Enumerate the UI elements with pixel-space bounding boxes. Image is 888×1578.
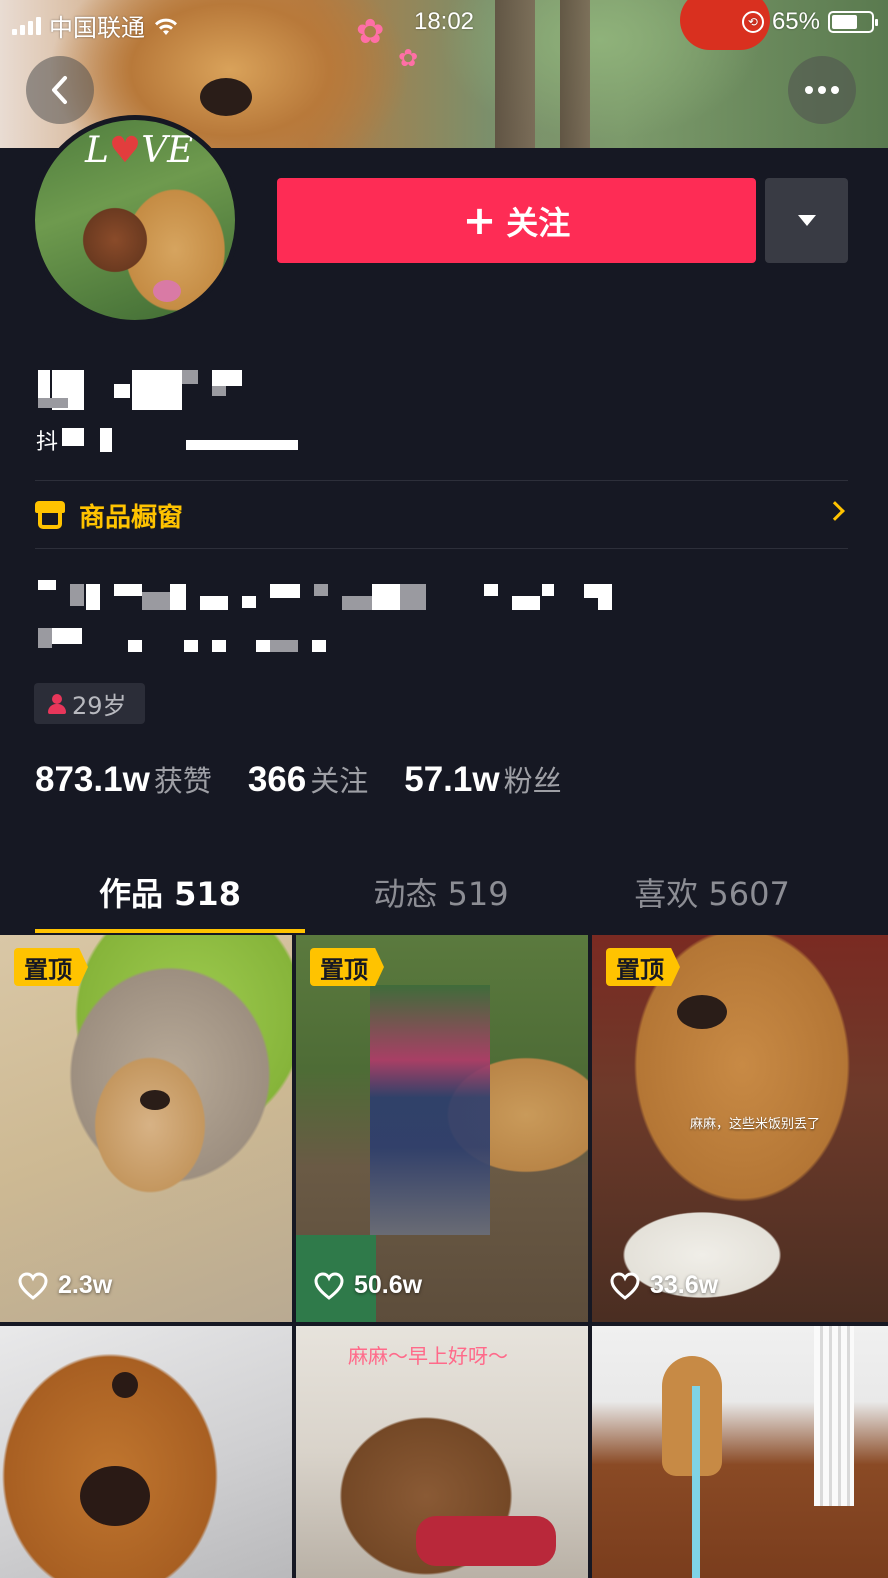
video-likes-count: 50.6w (354, 1271, 423, 1299)
more-dots-icon (805, 86, 839, 94)
video-thumbnail[interactable] (0, 1326, 292, 1578)
likes-label: 获赞 (153, 764, 212, 798)
divider (35, 548, 848, 549)
pinned-badge: 置顶 (14, 948, 88, 986)
active-tab-indicator (35, 929, 305, 933)
video-likes: 33.6w (610, 1271, 718, 1300)
dog-nose (140, 1090, 170, 1110)
douyin-id-label: 抖 (36, 430, 59, 455)
profile-stats: 873.1w 获赞 366 关注 57.1w 粉丝 (35, 758, 598, 800)
shop-icon (35, 501, 65, 529)
leash (692, 1386, 700, 1578)
caret-down-icon (797, 215, 816, 226)
pinned-badge: 置顶 (606, 948, 680, 986)
following-stat[interactable]: 366 关注 (248, 758, 368, 800)
followers-count: 57.1w (404, 760, 500, 799)
person-icon (48, 693, 66, 714)
cover-flower: ✿ (398, 44, 419, 72)
status-bar: 中国联通 18:02 ⟲ 65% (0, 0, 888, 44)
chevron-left-icon (52, 76, 67, 104)
heart-icon (314, 1271, 344, 1300)
likes-stat[interactable]: 873.1w 获赞 (35, 758, 212, 800)
video-likes-count: 33.6w (650, 1271, 719, 1299)
dog-nose (80, 1466, 150, 1526)
age-tag: 29岁 (34, 683, 145, 724)
video-grid: 置顶 2.3w 置顶 50.6w 麻麻，这些米饭别丢了 置顶 33.6w 麻麻～… (0, 935, 888, 1578)
followers-label: 粉丝 (503, 764, 562, 798)
likes-count: 873.1w (35, 760, 150, 799)
profile-tabs: 作品 518 动态 519 喜欢 5607 (0, 850, 888, 934)
shop-label: 商品橱窗 (79, 502, 184, 533)
avatar-dog-tongue (153, 280, 181, 302)
divider (35, 480, 848, 481)
avatar-love-text: L♥VE (85, 130, 194, 171)
avatar[interactable]: L♥VE (30, 115, 240, 325)
chevron-right-icon (825, 501, 845, 521)
rotation-lock-icon: ⟲ (741, 11, 764, 33)
followers-stat[interactable]: 57.1w 粉丝 (404, 758, 561, 800)
following-label: 关注 (310, 764, 369, 798)
video-thumbnail[interactable]: 置顶 2.3w (0, 935, 292, 1322)
dog-nose (677, 995, 727, 1029)
slipper (416, 1516, 556, 1566)
follow-button[interactable]: + 关注 (277, 178, 756, 263)
age-label: 29岁 (72, 692, 127, 720)
dog-eye (112, 1372, 138, 1398)
battery-icon (828, 11, 878, 33)
video-caption: 麻麻～早上好呀～ (348, 1344, 508, 1368)
radiator (814, 1326, 854, 1506)
video-likes: 50.6w (314, 1271, 422, 1300)
heart-icon (18, 1271, 48, 1300)
battery-percent: 65% (771, 8, 820, 35)
following-count: 366 (247, 760, 307, 799)
product-showcase-link[interactable]: 商品橱窗 (35, 482, 848, 548)
tab-likes[interactable]: 喜欢 5607 (576, 850, 848, 934)
tab-moments[interactable]: 动态 519 (305, 850, 577, 934)
pixelated-person (370, 985, 490, 1235)
tab-works[interactable]: 作品 518 (34, 850, 306, 934)
more-button[interactable] (788, 56, 856, 124)
heart-icon (610, 1271, 640, 1300)
back-button[interactable] (26, 56, 94, 124)
video-thumbnail[interactable]: 麻麻～早上好呀～ (296, 1326, 588, 1578)
video-likes-count: 2.3w (58, 1271, 113, 1299)
video-likes: 2.3w (18, 1271, 112, 1300)
plus-icon: + (462, 197, 497, 244)
video-caption: 麻麻，这些米饭别丢了 (690, 1117, 821, 1132)
video-thumbnail[interactable]: 置顶 50.6w (296, 935, 588, 1322)
video-thumbnail[interactable] (592, 1326, 888, 1578)
follow-label: 关注 (506, 203, 571, 242)
pinned-badge: 置顶 (310, 948, 384, 986)
recommend-dropdown-button[interactable] (765, 178, 848, 263)
video-thumbnail[interactable]: 麻麻，这些米饭别丢了 置顶 33.6w (592, 935, 888, 1322)
cover-dog-nose (200, 78, 252, 116)
